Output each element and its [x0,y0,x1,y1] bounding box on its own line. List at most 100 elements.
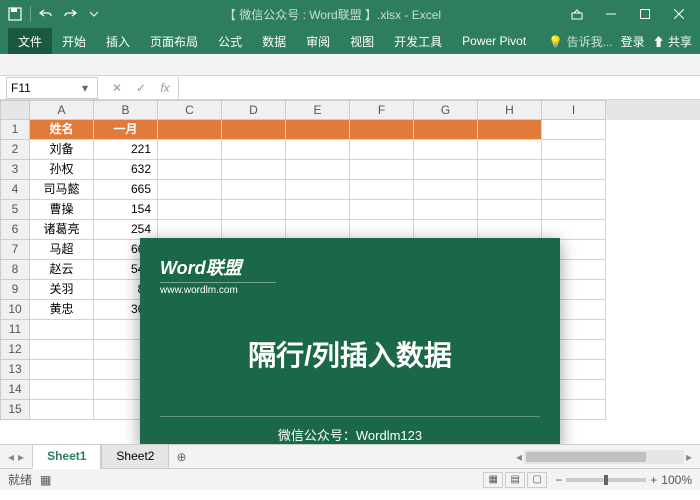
col-header[interactable]: E [286,100,350,120]
cell[interactable] [30,340,94,360]
cell[interactable] [542,180,606,200]
row-header[interactable]: 12 [0,340,30,360]
cell[interactable] [222,140,286,160]
cell[interactable] [158,160,222,180]
select-all-corner[interactable] [0,100,30,120]
tab-developer[interactable]: 开发工具 [384,28,452,54]
row-header[interactable]: 9 [0,280,30,300]
cell[interactable] [542,140,606,160]
zoom-in-button[interactable]: + [650,473,657,487]
cell[interactable] [542,120,606,140]
row-header[interactable]: 11 [0,320,30,340]
cell[interactable] [350,180,414,200]
cell[interactable] [158,120,222,140]
cell[interactable] [350,160,414,180]
name-box[interactable]: F11 ▾ [6,77,98,99]
cell[interactable]: 254 [94,220,158,240]
cell[interactable] [30,360,94,380]
cell[interactable] [350,220,414,240]
tab-insert[interactable]: 插入 [96,28,140,54]
cell[interactable] [542,220,606,240]
cell[interactable]: 154 [94,200,158,220]
col-header[interactable]: H [478,100,542,120]
view-normal-button[interactable]: ▦ [483,472,503,488]
macro-icon[interactable]: ▦ [40,473,51,487]
cell[interactable]: 孙权 [30,160,94,180]
enter-icon[interactable]: ✓ [132,81,150,95]
cell[interactable] [222,160,286,180]
col-header[interactable]: A [30,100,94,120]
tab-review[interactable]: 审阅 [296,28,340,54]
tab-formula[interactable]: 公式 [208,28,252,54]
tab-file[interactable]: 文件 [8,28,52,54]
zoom-out-button[interactable]: − [555,473,562,487]
sheet-prev-icon[interactable]: ◂ [8,450,14,464]
cell[interactable]: 221 [94,140,158,160]
chevron-down-icon[interactable]: ▾ [77,81,93,95]
cell[interactable] [158,220,222,240]
cell[interactable] [158,140,222,160]
cell[interactable]: 司马懿 [30,180,94,200]
cell[interactable] [542,200,606,220]
share-button[interactable]: ⬆ 共享 [653,33,692,50]
cell[interactable] [286,180,350,200]
fx-icon[interactable]: fx [156,81,174,95]
zoom-slider[interactable] [566,478,646,482]
sheet-tab-1[interactable]: Sheet1 [32,445,101,469]
row-header[interactable]: 14 [0,380,30,400]
tell-me[interactable]: 💡 告诉我... [548,33,612,50]
col-header[interactable]: D [222,100,286,120]
cell[interactable] [478,220,542,240]
cell[interactable] [478,200,542,220]
cell[interactable] [222,220,286,240]
cell[interactable] [222,180,286,200]
row-header[interactable]: 8 [0,260,30,280]
col-header[interactable]: C [158,100,222,120]
maximize-button[interactable] [628,0,662,28]
cell[interactable] [350,120,414,140]
scroll-left-icon[interactable]: ◂ [516,450,522,464]
cell[interactable] [286,120,350,140]
cell[interactable] [350,200,414,220]
cell[interactable] [222,120,286,140]
row-header[interactable]: 15 [0,400,30,420]
cancel-icon[interactable]: ✕ [108,81,126,95]
row-header[interactable]: 13 [0,360,30,380]
cell[interactable] [414,160,478,180]
view-page-button[interactable]: ▤ [505,472,525,488]
cell[interactable] [158,200,222,220]
tab-view[interactable]: 视图 [340,28,384,54]
row-header[interactable]: 10 [0,300,30,320]
qat-customize-icon[interactable] [83,3,105,25]
cell[interactable] [414,220,478,240]
cell[interactable] [158,180,222,200]
col-header[interactable]: F [350,100,414,120]
cell[interactable] [542,160,606,180]
scroll-right-icon[interactable]: ▸ [686,450,692,464]
cell[interactable]: 665 [94,180,158,200]
horizontal-scrollbar[interactable] [524,450,684,464]
cell[interactable] [30,320,94,340]
tab-data[interactable]: 数据 [252,28,296,54]
row-header[interactable]: 3 [0,160,30,180]
minimize-button[interactable] [594,0,628,28]
cell[interactable]: 一月 [94,120,158,140]
close-button[interactable] [662,0,696,28]
cell[interactable] [478,120,542,140]
cell[interactable] [286,140,350,160]
tab-home[interactable]: 开始 [52,28,96,54]
cell[interactable]: 曹操 [30,200,94,220]
col-header[interactable]: B [94,100,158,120]
formula-bar[interactable] [178,77,700,99]
cell[interactable]: 刘备 [30,140,94,160]
cell[interactable] [286,200,350,220]
redo-button[interactable] [59,3,81,25]
col-header[interactable]: G [414,100,478,120]
row-header[interactable]: 7 [0,240,30,260]
row-header[interactable]: 2 [0,140,30,160]
cell[interactable] [30,400,94,420]
cell[interactable]: 黄忠 [30,300,94,320]
row-header[interactable]: 1 [0,120,30,140]
row-header[interactable]: 4 [0,180,30,200]
cell[interactable]: 赵云 [30,260,94,280]
